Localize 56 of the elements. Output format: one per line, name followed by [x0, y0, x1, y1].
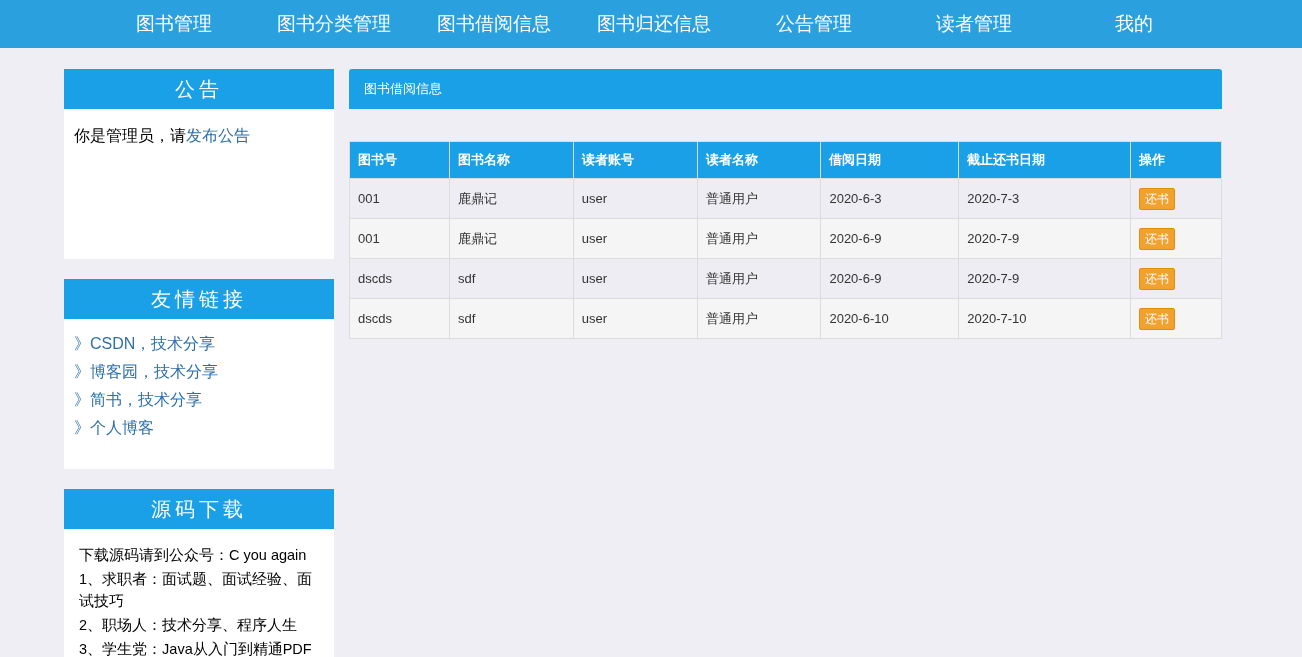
table-cell: dscds — [349, 258, 450, 299]
download-text: 1、求职者：面试题、面试经验、面试技巧 — [79, 570, 314, 611]
table-cell: sdf — [449, 258, 574, 299]
column-header: 截止还书日期 — [958, 141, 1131, 179]
table-cell: dscds — [349, 298, 450, 339]
notice-panel: 你是管理员，请发布公告 — [64, 109, 334, 259]
table-cell: 普通用户 — [697, 218, 821, 259]
column-header: 读者名称 — [697, 141, 821, 179]
table-cell: 鹿鼎记 — [449, 178, 574, 219]
table-cell: 001 — [349, 178, 450, 219]
table-cell: sdf — [449, 298, 574, 339]
friend-link[interactable]: 》简书，技术分享 — [74, 389, 324, 411]
column-header: 借阅日期 — [820, 141, 959, 179]
table-cell: 2020-7-10 — [958, 298, 1131, 339]
column-header: 图书号 — [349, 141, 450, 179]
section-header: 源码下载 — [64, 489, 334, 529]
table-cell: user — [573, 258, 698, 299]
nav-link[interactable]: 我的 — [1054, 9, 1214, 39]
download-text: 2、职场人：技术分享、程序人生 — [79, 616, 299, 635]
column-header: 图书名称 — [449, 141, 574, 179]
nav-link[interactable]: 图书管理 — [94, 9, 254, 39]
return-book-button[interactable]: 还书 — [1139, 307, 1176, 330]
friend-link[interactable]: 》博客园，技术分享 — [74, 361, 324, 383]
column-header: 操作 — [1130, 141, 1222, 179]
panel-header: 图书借阅信息 — [349, 69, 1222, 109]
return-book-button[interactable]: 还书 — [1139, 267, 1176, 290]
table-cell: user — [573, 178, 698, 219]
publish-notice-link[interactable]: 发布公告 — [186, 127, 250, 144]
return-book-button[interactable]: 还书 — [1139, 187, 1176, 210]
table-cell: 001 — [349, 218, 450, 259]
table-cell: 2020-6-10 — [820, 298, 959, 339]
table-cell: 2020-7-9 — [958, 258, 1131, 299]
table-cell: 2020-6-3 — [820, 178, 959, 219]
nav-link[interactable]: 图书归还信息 — [574, 9, 734, 39]
table-cell: 2020-6-9 — [820, 218, 959, 259]
column-header: 读者账号 — [573, 141, 698, 179]
nav-link[interactable]: 图书借阅信息 — [414, 9, 574, 39]
table-cell: 普通用户 — [697, 258, 821, 299]
table-cell: 2020-6-9 — [820, 258, 959, 299]
table-cell: user — [573, 218, 698, 259]
section-header: 公告 — [64, 69, 334, 109]
download-text: 下载源码请到公众号：C you again — [79, 546, 308, 565]
section-header: 友情链接 — [64, 279, 334, 319]
table-cell: 2020-7-9 — [958, 218, 1131, 259]
friend-link[interactable]: 》个人博客 — [74, 417, 324, 439]
table-cell: user — [573, 298, 698, 339]
return-book-button[interactable]: 还书 — [1139, 227, 1176, 250]
nav-link[interactable]: 公告管理 — [734, 9, 894, 39]
download-text: 3、学生党：Java从入门到精通PDF — [79, 640, 313, 657]
nav-link[interactable]: 图书分类管理 — [254, 9, 414, 39]
friend-link[interactable]: 》CSDN，技术分享 — [74, 333, 324, 355]
table-cell: 2020-7-3 — [958, 178, 1131, 219]
table-cell: 普通用户 — [697, 298, 821, 339]
table-cell: 鹿鼎记 — [449, 218, 574, 259]
nav-link[interactable]: 读者管理 — [894, 9, 1054, 39]
table-cell: 普通用户 — [697, 178, 821, 219]
